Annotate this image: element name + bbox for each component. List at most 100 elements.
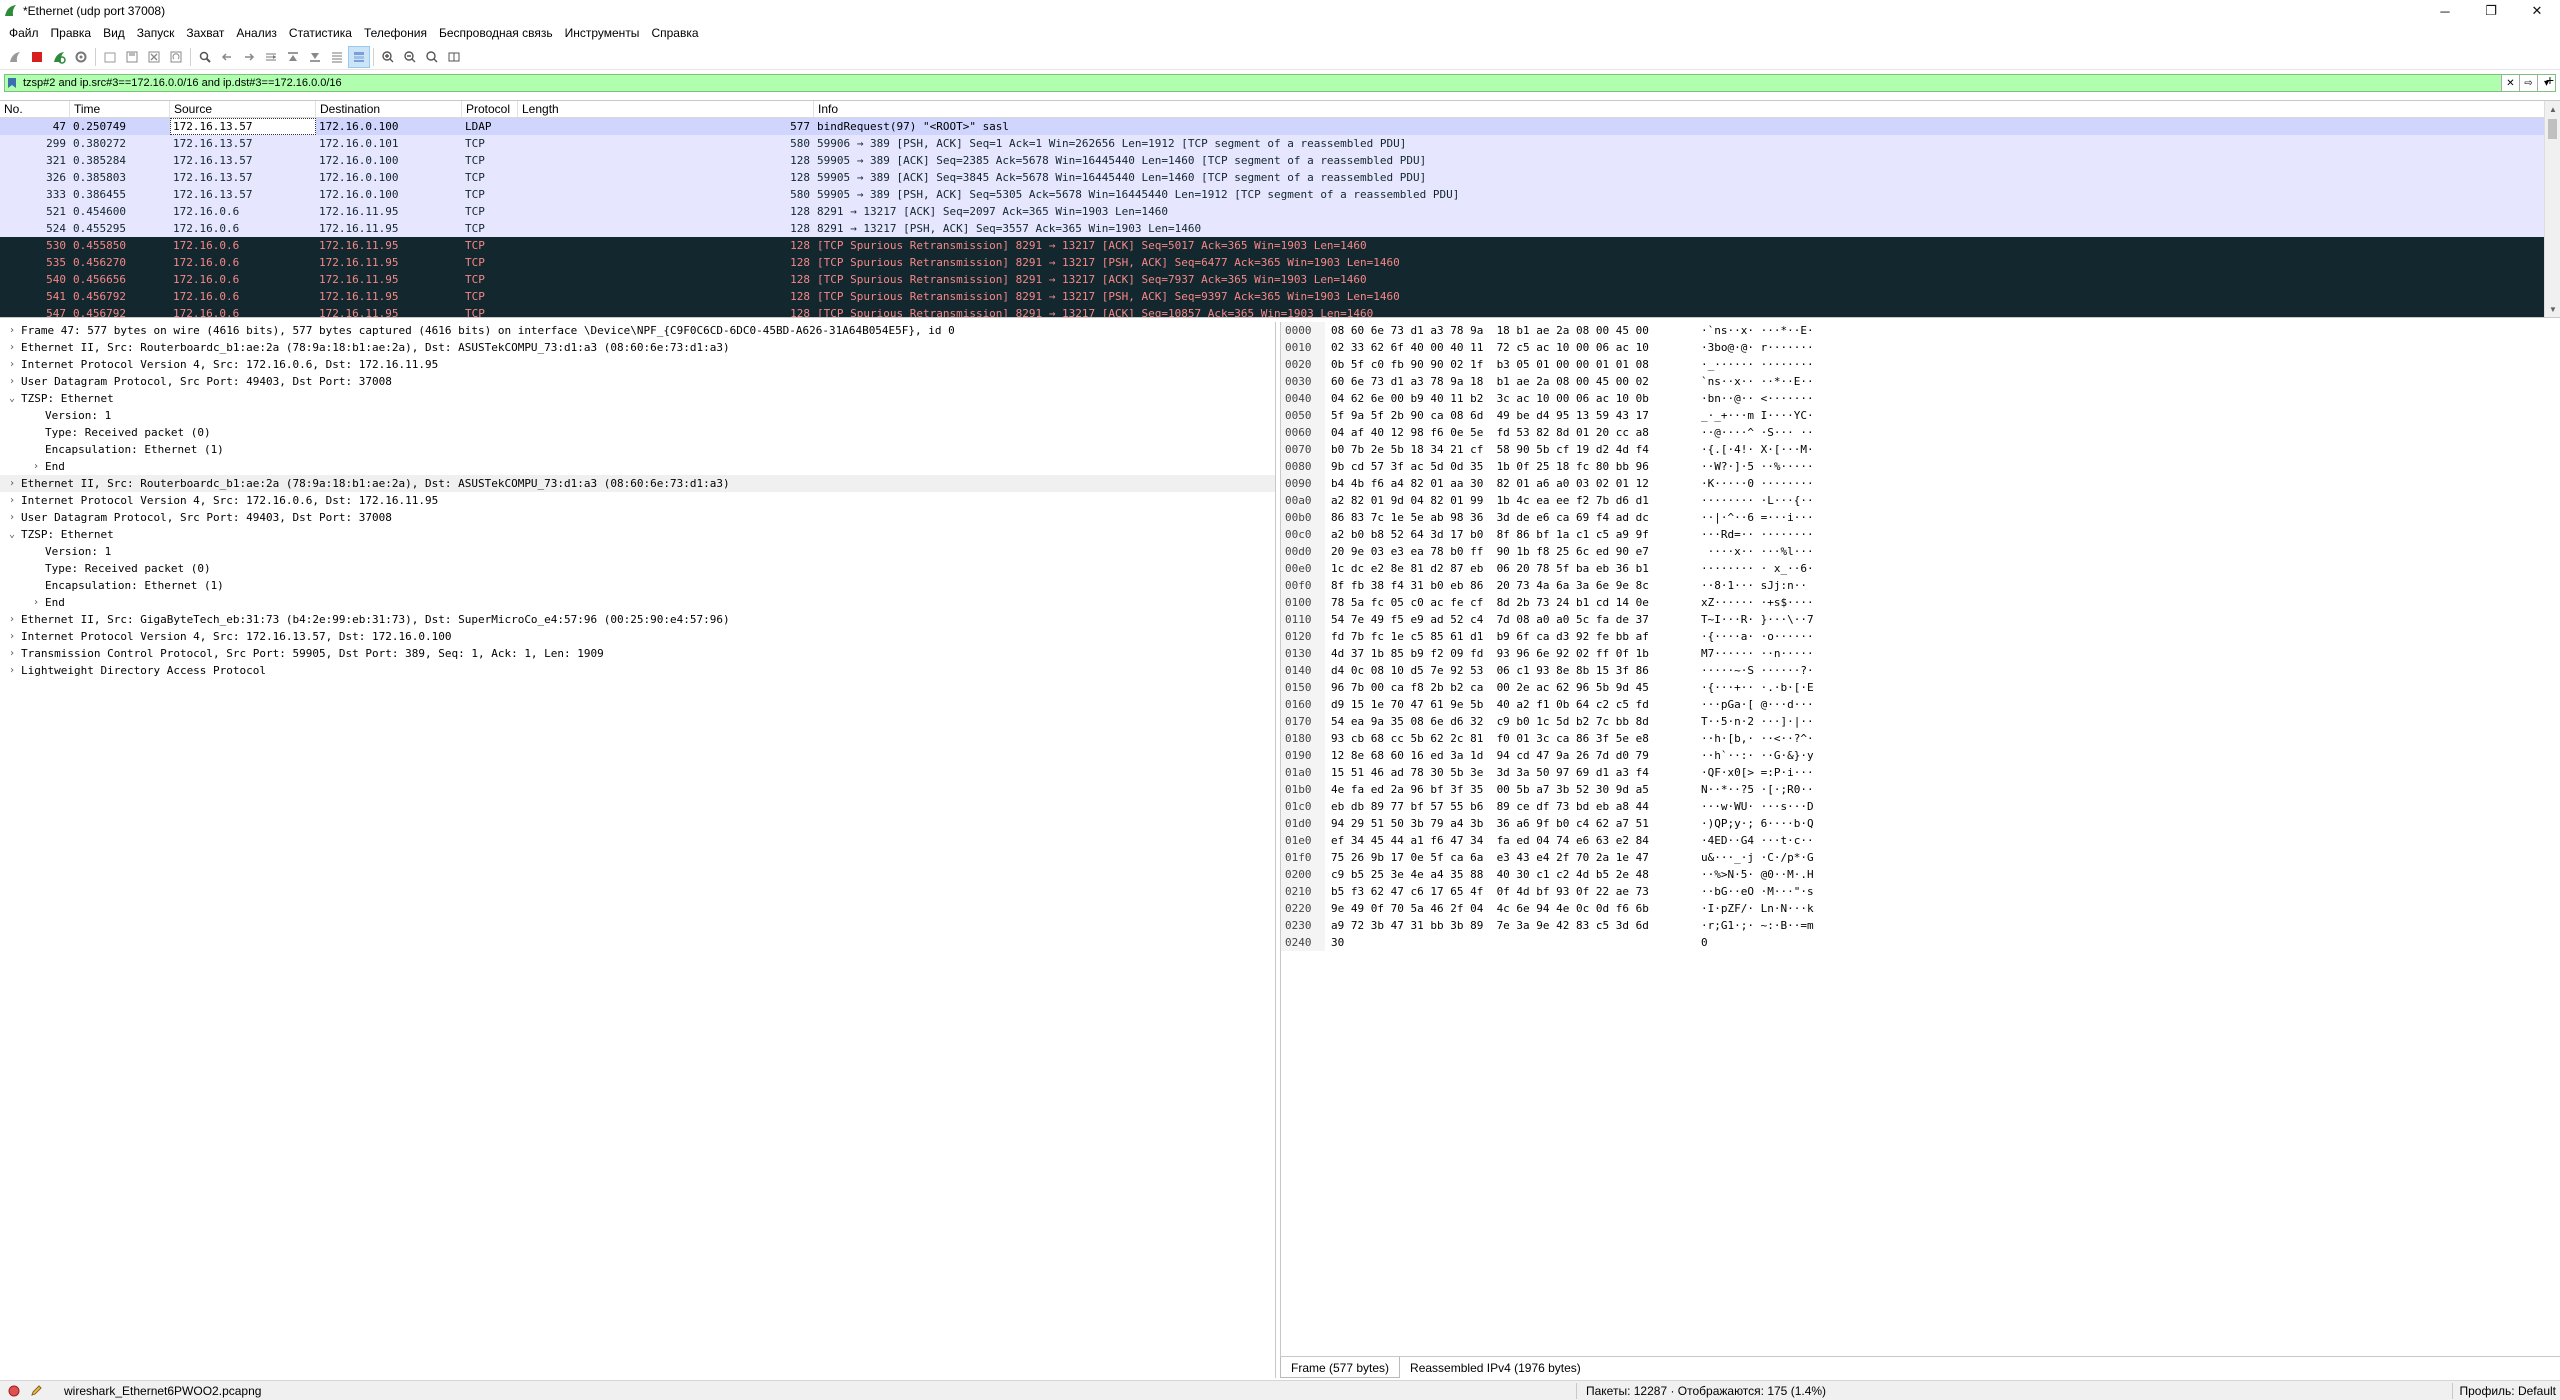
hex-offset[interactable]: 0000	[1281, 322, 1325, 339]
hex-offset[interactable]: 01f0	[1281, 849, 1325, 866]
chevron-right-icon[interactable]: ›	[6, 373, 18, 390]
hex-bytes[interactable]: a2 82 01 9d 04 82 01 99 1b 4c ea ee f2 7…	[1325, 492, 1695, 509]
hex-bytes[interactable]: 78 5a fc 05 c0 ac fe cf 8d 2b 73 24 b1 c…	[1325, 594, 1695, 611]
hex-offset[interactable]: 0190	[1281, 747, 1325, 764]
packet-row[interactable]: 326 0.385803 172.16.13.57 172.16.0.100 TCP 12…	[0, 169, 2560, 186]
packet-list-scrollbar[interactable]: ▲ ▼	[2544, 101, 2560, 317]
hex-bytes[interactable]: 93 cb 68 cc 5b 62 2c 81 f0 01 3c ca 86 3…	[1325, 730, 1695, 747]
zoom-in-icon[interactable]	[377, 46, 399, 68]
hex-ascii[interactable]: ·bn··@·· <·······	[1695, 390, 1814, 407]
hex-ascii[interactable]: ··W?·]·5 ··%·····	[1695, 458, 1814, 475]
hex-ascii[interactable]: ··h`··:· ··G·&}·y	[1695, 747, 1814, 764]
hex-ascii[interactable]: ··%>N·5· @0··M·.H	[1695, 866, 1814, 883]
hex-bytes[interactable]: eb db 89 77 bf 57 55 b6 89 ce df 73 bd e…	[1325, 798, 1695, 815]
expert-info-icon[interactable]	[6, 1383, 22, 1399]
menu-statistics[interactable]: Статистика	[283, 22, 358, 44]
detail-tree-item[interactable]: ⌄ TZSP: Ethernet	[0, 390, 1275, 407]
detail-tree-item[interactable]: Encapsulation: Ethernet (1)	[0, 441, 1275, 458]
configuration-profile[interactable]: Профиль: Default	[2460, 1384, 2557, 1398]
chevron-right-icon[interactable]: ›	[6, 356, 18, 373]
menu-help[interactable]: Справка	[645, 22, 704, 44]
detail-tree-item[interactable]: › Ethernet II, Src: Routerboardc_b1:ae:2a…	[0, 339, 1275, 356]
hex-offset[interactable]: 00c0	[1281, 526, 1325, 543]
hex-bytes[interactable]: 75 26 9b 17 0e 5f ca 6a e3 43 e4 2f 70 2…	[1325, 849, 1695, 866]
chevron-right-icon[interactable]: ›	[6, 509, 18, 526]
clear-filter-icon[interactable]: ✕	[2501, 75, 2519, 91]
detail-tree-item[interactable]: › Internet Protocol Version 4, Src: 172.1…	[0, 628, 1275, 645]
hex-ascii[interactable]: u&···_·j ·C·/p*·G	[1695, 849, 1814, 866]
tab-reassembled-ipv4[interactable]: Reassembled IPv4 (1976 bytes)	[1400, 1357, 1591, 1378]
chevron-right-icon[interactable]: ›	[6, 492, 18, 509]
hex-offset[interactable]: 0020	[1281, 356, 1325, 373]
hex-ascii[interactable]: ········ ·L···{··	[1695, 492, 1814, 509]
hex-bytes[interactable]: b4 4b f6 a4 82 01 aa 30 82 01 a6 a0 03 0…	[1325, 475, 1695, 492]
detail-tree-item[interactable]: › End	[0, 458, 1275, 475]
column-header-no[interactable]: No.	[0, 101, 70, 117]
packet-row[interactable]: 299 0.380272 172.16.13.57 172.16.0.101 TCP 58…	[0, 135, 2560, 152]
hex-offset[interactable]: 00b0	[1281, 509, 1325, 526]
hex-ascii[interactable]: N··*··?5 ·[·;R0··	[1695, 781, 1814, 798]
chevron-down-icon[interactable]: ⌄	[6, 390, 18, 407]
detail-tree-item[interactable]: › Transmission Control Protocol, Src Port…	[0, 645, 1275, 662]
hex-bytes[interactable]: b5 f3 62 47 c6 17 65 4f 0f 4d bf 93 0f 2…	[1325, 883, 1695, 900]
restore-button[interactable]: ❐	[2468, 0, 2514, 22]
hex-bytes[interactable]: 20 9e 03 e3 ea 78 b0 ff 90 1b f8 25 6c e…	[1325, 543, 1695, 560]
hex-ascii[interactable]: xZ······ ·+s$····	[1695, 594, 1814, 611]
go-forward-icon[interactable]	[238, 46, 260, 68]
packet-row[interactable]: 540 0.456656 172.16.0.6 172.16.11.95 TCP 128 […	[0, 271, 2560, 288]
detail-tree-item[interactable]: › Internet Protocol Version 4, Src: 172.1…	[0, 492, 1275, 509]
go-last-icon[interactable]	[304, 46, 326, 68]
hex-ascii[interactable]: ·K·····0 ········	[1695, 475, 1814, 492]
chevron-right-icon[interactable]: ›	[6, 628, 18, 645]
find-packet-icon[interactable]	[194, 46, 216, 68]
hex-ascii[interactable]: ·4ED··G4 ···t·c··	[1695, 832, 1814, 849]
hex-ascii[interactable]: ·{.[·4!· X·[···M·	[1695, 441, 1814, 458]
hex-offset[interactable]: 0200	[1281, 866, 1325, 883]
hex-bytes[interactable]: 60 6e 73 d1 a3 78 9a 18 b1 ae 2a 08 00 4…	[1325, 373, 1695, 390]
detail-tree-item[interactable]: › User Datagram Protocol, Src Port: 49403…	[0, 373, 1275, 390]
packet-row[interactable]: 333 0.386455 172.16.13.57 172.16.0.100 TCP 58…	[0, 186, 2560, 203]
detail-tree-item[interactable]: Version: 1	[0, 407, 1275, 424]
scroll-up-icon[interactable]: ▲	[2545, 101, 2560, 117]
detail-tree-item[interactable]: Type: Received packet (0)	[0, 424, 1275, 441]
hex-ascii[interactable]: ·I·pZF/· Ln·N···k	[1695, 900, 1814, 917]
hex-ascii[interactable]: ·`ns··x· ···*··E·	[1695, 322, 1814, 339]
hex-bytes[interactable]: 94 29 51 50 3b 79 a4 3b 36 a6 9f b0 c4 6…	[1325, 815, 1695, 832]
close-button[interactable]: ✕	[2514, 0, 2560, 22]
chevron-right-icon[interactable]: ›	[6, 645, 18, 662]
go-to-packet-icon[interactable]	[260, 46, 282, 68]
hex-bytes[interactable]: a9 72 3b 47 31 bb 3b 89 7e 3a 9e 42 83 c…	[1325, 917, 1695, 934]
hex-bytes[interactable]: 54 7e 49 f5 e9 ad 52 c4 7d 08 a0 a0 5c f…	[1325, 611, 1695, 628]
packet-row[interactable]: 524 0.455295 172.16.0.6 172.16.11.95 TCP 128 8…	[0, 220, 2560, 237]
hex-offset[interactable]: 0030	[1281, 373, 1325, 390]
start-capture-fin-icon[interactable]	[4, 46, 26, 68]
menu-go[interactable]: Запуск	[131, 22, 181, 44]
menu-tools[interactable]: Инструменты	[559, 22, 646, 44]
hex-ascii[interactable]: `ns··x·· ··*··E··	[1695, 373, 1814, 390]
detail-tree-item[interactable]: ⌄ TZSP: Ethernet	[0, 526, 1275, 543]
hex-offset[interactable]: 0050	[1281, 407, 1325, 424]
hex-ascii[interactable]: ·{····a· ·o······	[1695, 628, 1814, 645]
hex-offset[interactable]: 01b0	[1281, 781, 1325, 798]
hex-ascii[interactable]: ··@····^ ·S··· ··	[1695, 424, 1814, 441]
detail-tree-item[interactable]: › End	[0, 594, 1275, 611]
hex-offset[interactable]: 0120	[1281, 628, 1325, 645]
hex-offset[interactable]: 0160	[1281, 696, 1325, 713]
detail-tree-item[interactable]: Version: 1	[0, 543, 1275, 560]
packet-row[interactable]: 521 0.454600 172.16.0.6 172.16.11.95 TCP 128 8…	[0, 203, 2560, 220]
chevron-right-icon[interactable]: ›	[6, 611, 18, 628]
resize-columns-icon[interactable]	[443, 46, 465, 68]
hex-ascii[interactable]: ·_······ ········	[1695, 356, 1814, 373]
stop-capture-icon[interactable]	[26, 46, 48, 68]
display-filter-input[interactable]: tzsp#2 and ip.src#3==172.16.0.0/16 and i…	[4, 74, 2556, 92]
minimize-button[interactable]: ─	[2422, 0, 2468, 22]
apply-filter-arrow-icon[interactable]: ⇨	[2519, 75, 2537, 91]
chevron-right-icon[interactable]: ›	[6, 322, 18, 339]
hex-ascii[interactable]: ··|·^··6 =···i···	[1695, 509, 1814, 526]
reload-file-icon[interactable]	[165, 46, 187, 68]
detail-tree-item[interactable]: › User Datagram Protocol, Src Port: 49403…	[0, 509, 1275, 526]
detail-tree-item[interactable]: › Ethernet II, Src: GigaByteTech_eb:31:73…	[0, 611, 1275, 628]
detail-tree-item[interactable]: › Lightweight Directory Access Protocol	[0, 662, 1275, 679]
packet-row[interactable]: 535 0.456270 172.16.0.6 172.16.11.95 TCP 128 […	[0, 254, 2560, 271]
chevron-right-icon[interactable]: ›	[6, 662, 18, 679]
